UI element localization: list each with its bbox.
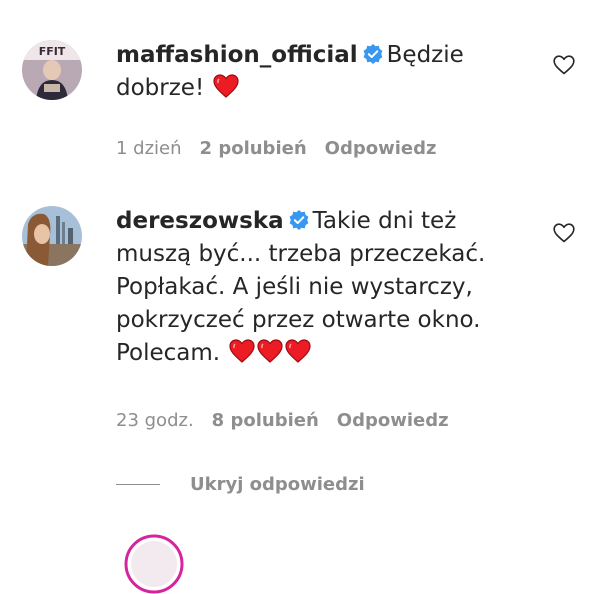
- comment-likes[interactable]: 2 polubień: [200, 138, 307, 159]
- comment-text: maffashion_official Będzie dobrze!: [116, 39, 516, 105]
- avatar[interactable]: [22, 206, 82, 266]
- hide-replies-button[interactable]: Ukryj odpowiedzi: [116, 474, 365, 495]
- hide-replies-label: Ukryj odpowiedzi: [190, 474, 365, 495]
- comment-text: dereszowska Takie dni też muszą być... tr…: [116, 205, 506, 370]
- comment-username[interactable]: dereszowska: [116, 208, 284, 234]
- like-heart-icon[interactable]: [553, 223, 575, 243]
- red-heart-emoji-icon: [285, 339, 312, 363]
- verified-badge-icon: [289, 207, 309, 230]
- svg-text:FFIT: FFIT: [39, 45, 66, 58]
- divider-line: [116, 484, 160, 485]
- reply-button[interactable]: Odpowiedz: [337, 410, 449, 431]
- comment-meta: 1 dzień 2 polubień Odpowiedz: [116, 138, 436, 159]
- red-heart-emoji-icon: [229, 339, 256, 363]
- comment-time[interactable]: 1 dzień: [116, 138, 182, 159]
- comment-meta: 23 godz. 8 polubień Odpowiedz: [116, 410, 449, 431]
- red-heart-emoji-icon: [213, 74, 240, 98]
- avatar[interactable]: [124, 534, 184, 594]
- red-heart-emoji-icon: [257, 339, 284, 363]
- comment-likes[interactable]: 8 polubień: [212, 410, 319, 431]
- verified-badge-icon: [363, 41, 383, 64]
- reply-button[interactable]: Odpowiedz: [325, 138, 437, 159]
- comment-username[interactable]: maffashion_official: [116, 42, 358, 68]
- avatar[interactable]: FFIT: [22, 40, 82, 100]
- comment-time[interactable]: 23 godz.: [116, 410, 194, 431]
- like-heart-icon[interactable]: [553, 55, 575, 75]
